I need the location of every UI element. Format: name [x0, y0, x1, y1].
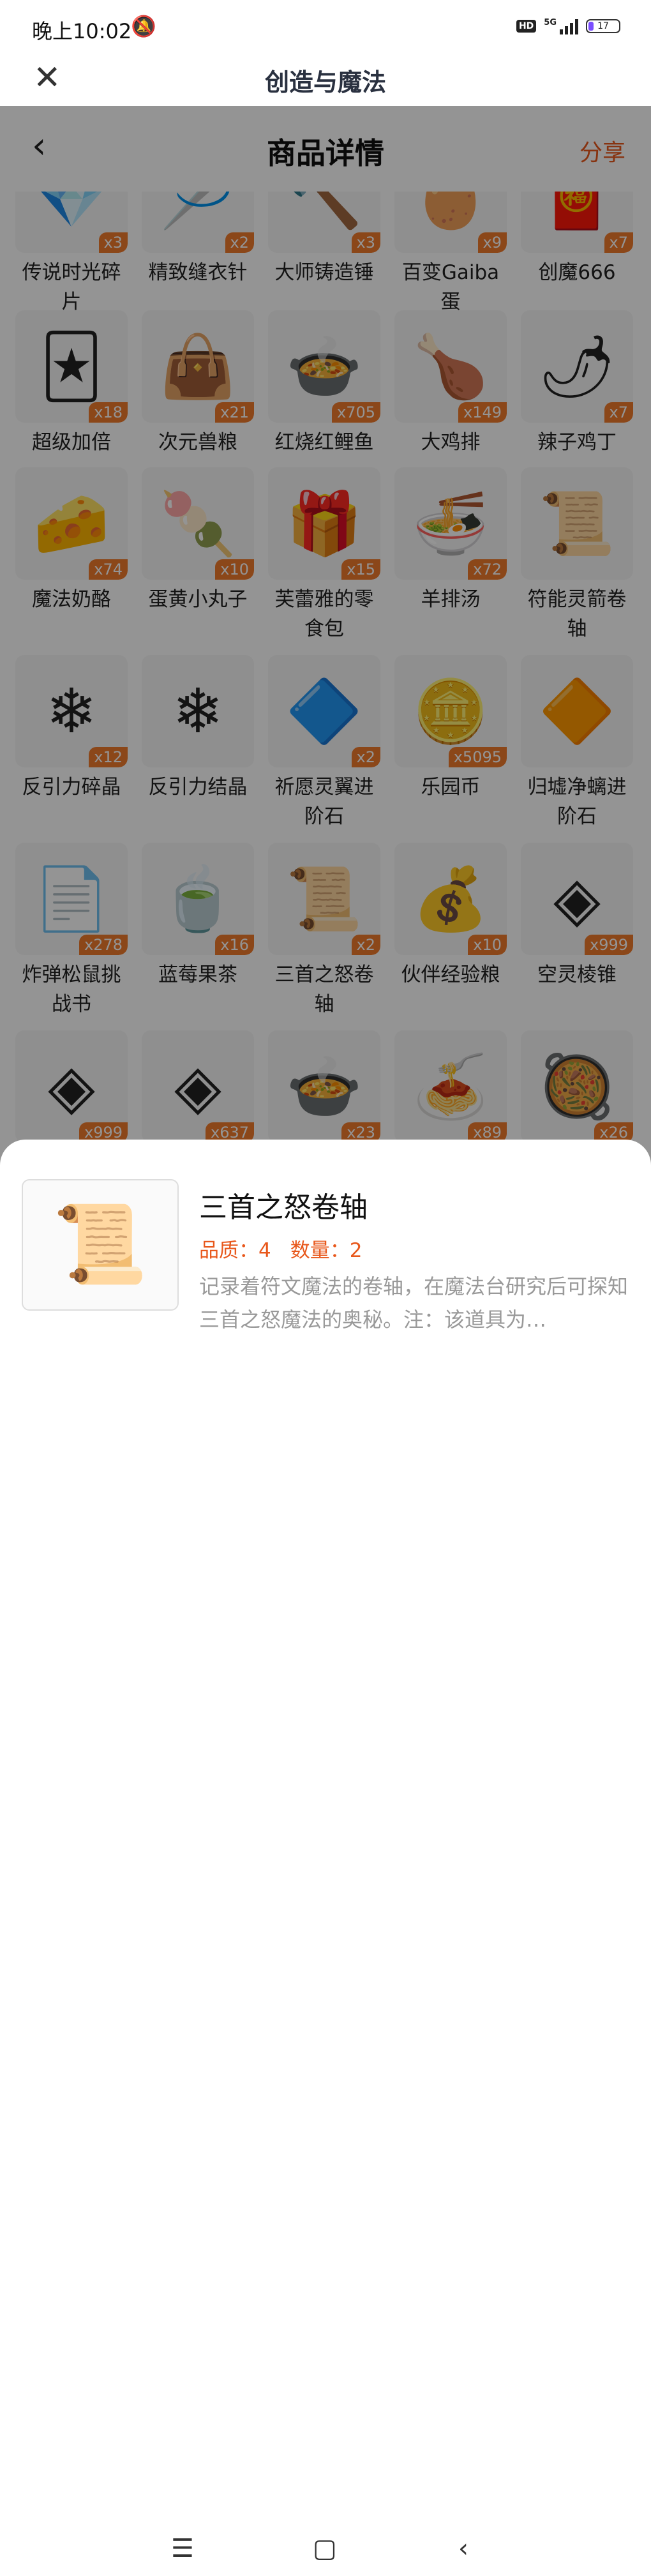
status-icons: HD 5G 17: [516, 18, 620, 34]
scroll-icon: 📜: [22, 1179, 179, 1311]
bell-muted-icon: 🔕: [131, 14, 156, 38]
item-quality: 品质：4: [199, 1239, 271, 1262]
battery-icon: 17: [586, 19, 620, 33]
item-count: 数量：2: [290, 1239, 363, 1262]
clock: 晚上10:02: [32, 19, 132, 43]
menu-icon[interactable]: ☰: [171, 2534, 194, 2563]
item-meta: 品质：4 数量：2: [199, 1234, 362, 1263]
item-name: 三首之怒卷轴: [199, 1191, 368, 1224]
status-bar: 晚上10:02 🔕 HD 5G 17: [0, 0, 651, 54]
back-nav-icon[interactable]: ‹: [458, 2534, 468, 2563]
item-detail-sheet: 📜 三首之怒卷轴 品质：4 数量：2 记录着符文魔法的卷轴，在魔法台研究后可探知…: [0, 1140, 651, 2563]
system-nav-bar: ☰ ▢ ‹: [0, 2525, 651, 2576]
app-header: ✕ 创造与魔法: [0, 54, 651, 106]
hd-icon: HD: [516, 20, 537, 33]
signal-icon: 5G: [544, 18, 578, 34]
home-icon[interactable]: ▢: [313, 2534, 337, 2563]
app-title: 创造与魔法: [264, 68, 386, 96]
item-description: 记录着符文魔法的卷轴，在魔法台研究后可探知三首之怒魔法的奥秘。注：该道具为…: [199, 1274, 629, 1332]
